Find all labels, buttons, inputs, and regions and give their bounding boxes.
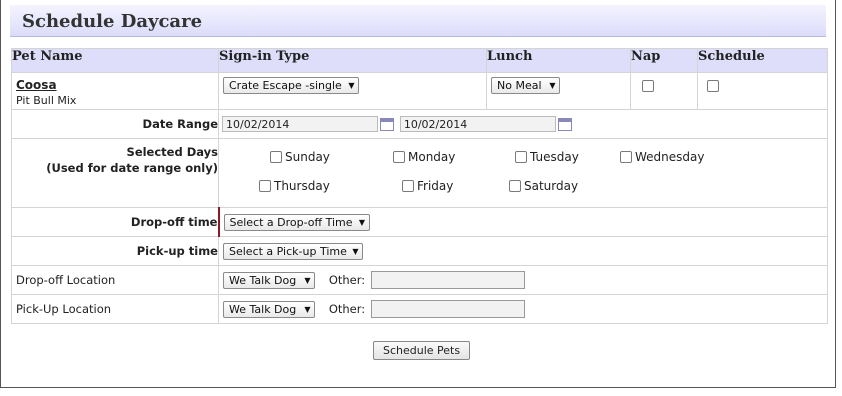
nap-cell [630,72,698,110]
pickup-time-select[interactable]: Select a Pick-up Time ▼ [223,242,363,260]
submit-wrap: Schedule Pets [373,341,471,360]
lunch-cell: No Meal ▼ [486,72,631,110]
day-sunday[interactable]: Sunday [270,150,330,164]
day-checkbox[interactable] [393,151,405,163]
dropoff-time-select[interactable]: Select a Drop-off Time ▼ [223,213,370,231]
day-label: Friday [417,179,454,193]
chevron-down-icon: ▼ [304,275,311,285]
schedule-pets-button[interactable]: Schedule Pets [373,341,471,360]
dropoff-location-value: We Talk Dog [229,273,297,287]
day-checkbox[interactable] [270,151,282,163]
pickup-location-cell: We Talk Dog ▼ Other: [218,294,828,324]
chevron-down-icon: ▼ [549,81,556,90]
col-sign-in-type: Sign-in Type [218,48,487,73]
day-checkbox[interactable] [509,180,521,192]
day-tuesday[interactable]: Tuesday [515,150,579,164]
selected-days-cell: Sunday Monday Tuesday Wednesday Thursday… [218,138,828,208]
selected-days-label-line1: Selected Days [126,145,218,159]
header-row: Pet Name Sign-in Type Lunch Nap Schedule [11,48,828,73]
dropoff-time-row: Drop-off time Select a Drop-off Time ▼ [11,207,828,237]
day-label: Wednesday [635,150,705,164]
day-checkbox[interactable] [402,180,414,192]
calendar-icon[interactable] [380,117,394,131]
date-range-label: Date Range [11,109,219,139]
col-nap: Nap [630,48,698,73]
day-saturday[interactable]: Saturday [509,179,578,193]
end-date-input[interactable]: 10/02/2014 [399,116,556,132]
day-label: Monday [408,150,456,164]
pickup-time-value: Select a Pick-up Time [229,244,347,258]
pet-cell: Coosa Pit Bull Mix [11,72,219,110]
dropoff-time-value: Select a Drop-off Time [229,215,353,229]
day-label: Thursday [274,179,330,193]
pickup-other-input[interactable] [370,300,525,318]
dropoff-other-label: Other: [328,273,366,287]
selected-days-label: Selected Days (Used for date range only) [11,138,219,208]
day-label: Saturday [524,179,579,193]
pickup-time-row: Pick-up time Select a Pick-up Time ▼ [11,236,828,266]
dropoff-location-cell: We Talk Dog ▼ Other: [218,265,828,295]
chevron-down-icon: ▼ [352,246,359,256]
day-checkbox[interactable] [620,151,632,163]
col-lunch: Lunch [486,48,631,73]
schedule-table: Pet Name Sign-in Type Lunch Nap Schedule… [11,48,828,324]
day-wednesday[interactable]: Wednesday [620,150,704,164]
sign-in-cell: Crate Escape -single ▼ [218,72,487,110]
pickup-location-row: Pick-Up Location We Talk Dog ▼ Other: [11,294,828,324]
calendar-icon[interactable] [557,117,572,131]
day-checkbox[interactable] [259,180,271,192]
chevron-down-icon: ▼ [358,217,366,227]
chevron-down-icon: ▼ [348,81,355,90]
day-label: Sunday [285,150,330,164]
col-pet-name: Pet Name [11,48,219,73]
chevron-down-icon: ▼ [304,304,311,314]
pickup-location-value: We Talk Dog [229,302,297,316]
selected-days-row: Selected Days (Used for date range only)… [11,138,828,208]
dropoff-time-cell: Select a Drop-off Time ▼ [218,207,828,237]
col-schedule: Schedule [697,48,828,73]
dropoff-location-select[interactable]: We Talk Dog ▼ [223,271,315,289]
day-monday[interactable]: Monday [393,150,455,164]
pickup-other-label: Other: [328,302,366,316]
pet-breed: Pit Bull Mix [16,94,77,107]
sign-in-type-value: Crate Escape -single [229,79,342,92]
dropoff-location-row: Drop-off Location We Talk Dog ▼ Other: [11,265,828,295]
pet-name-link[interactable]: Coosa [16,78,218,92]
lunch-value: No Meal [497,79,542,92]
sign-in-type-select[interactable]: Crate Escape -single ▼ [223,77,359,94]
pickup-location-label: Pick-Up Location [11,294,219,324]
day-friday[interactable]: Friday [402,179,453,193]
dropoff-location-label: Drop-off Location [11,265,219,295]
page-title: Schedule Daycare [22,11,203,32]
pickup-time-label: Pick-up time [11,236,219,266]
start-date-input[interactable]: 10/02/2014 [222,116,378,132]
lunch-select[interactable]: No Meal ▼ [491,77,560,94]
dropoff-other-input[interactable] [370,271,525,289]
pickup-time-cell: Select a Pick-up Time ▼ [218,236,828,266]
dropoff-time-label: Drop-off time [11,207,220,237]
date-range-cell: 10/02/2014 10/02/2014 [218,109,828,139]
pickup-location-select[interactable]: We Talk Dog ▼ [223,300,315,318]
nap-checkbox[interactable] [642,80,654,92]
pet-row: Coosa Pit Bull Mix Crate Escape -single … [11,72,828,110]
day-thursday[interactable]: Thursday [259,179,330,193]
title-bar: Schedule Daycare [10,5,826,37]
day-label: Tuesday [530,150,579,164]
schedule-cell [697,72,828,110]
date-range-row: Date Range 10/02/2014 10/02/2014 [11,109,828,139]
schedule-checkbox[interactable] [707,80,719,92]
day-checkbox[interactable] [515,151,527,163]
selected-days-label-line2: (Used for date range only) [46,161,218,175]
